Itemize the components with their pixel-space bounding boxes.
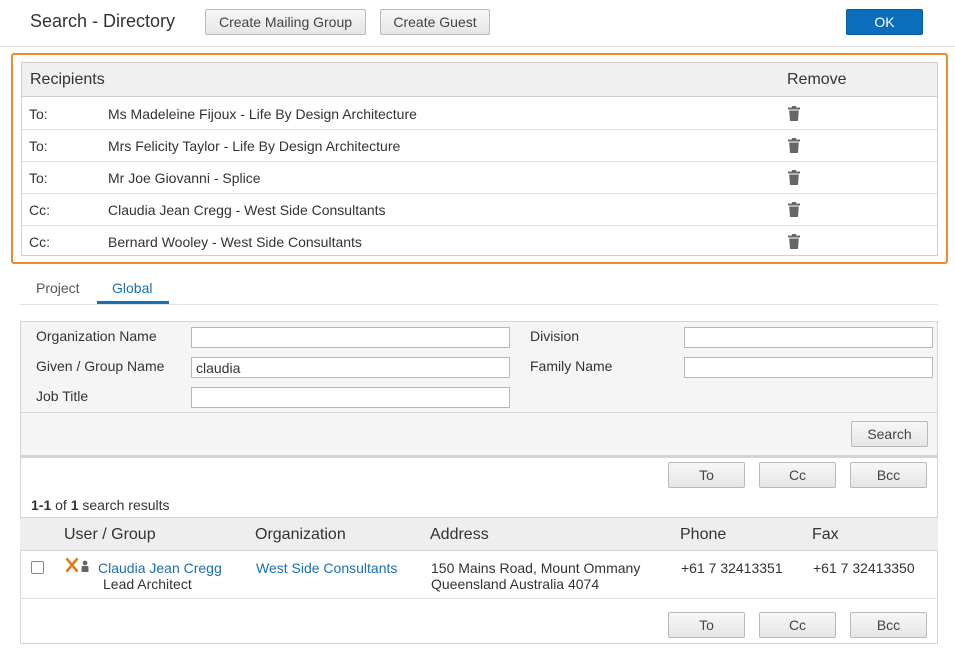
- result-address-line1: 150 Mains Road, Mount Ommany: [431, 560, 641, 576]
- results-range: 1-1: [31, 497, 52, 513]
- col-address[interactable]: Address: [430, 526, 489, 544]
- col-fax[interactable]: Fax: [812, 526, 839, 544]
- result-fax: +61 7 32413350: [813, 560, 915, 576]
- recipients-header: Recipients Remove: [22, 63, 937, 97]
- create-guest-button[interactable]: Create Guest: [380, 9, 490, 35]
- col-phone[interactable]: Phone: [680, 526, 726, 544]
- trash-icon[interactable]: [788, 202, 800, 217]
- trash-icon[interactable]: [788, 138, 800, 153]
- results-total: 1: [70, 497, 79, 513]
- recipient-name: Ms Madeleine Fijoux - Life By Design Arc…: [108, 106, 417, 122]
- result-job-title: Lead Architect: [103, 576, 192, 592]
- job-title-label: Job Title: [36, 388, 89, 404]
- cc-button-top[interactable]: Cc: [759, 462, 836, 488]
- create-mailing-group-button[interactable]: Create Mailing Group: [205, 9, 366, 35]
- recipients-table: Recipients Remove To: Ms Madeleine Fijoux…: [21, 62, 938, 256]
- trash-icon[interactable]: [788, 106, 800, 121]
- recipient-name: Claudia Jean Cregg - West Side Consultan…: [108, 202, 386, 218]
- given-name-input[interactable]: [191, 357, 510, 378]
- results-count: 1-1 of 1 search results: [31, 497, 170, 513]
- family-name-label: Family Name: [530, 358, 613, 374]
- recipient-type: To:: [29, 170, 48, 186]
- division-label: Division: [530, 328, 580, 344]
- results-header-row: User / Group Organization Address Phone …: [20, 517, 938, 551]
- remove-header-label: Remove: [787, 71, 847, 88]
- tab-project[interactable]: Project: [36, 280, 80, 296]
- family-name-input[interactable]: [684, 357, 933, 378]
- header-divider: [0, 46, 955, 47]
- org-x-icon: [65, 557, 79, 575]
- bcc-button-bottom[interactable]: Bcc: [850, 612, 927, 638]
- organization-name-input[interactable]: [191, 327, 510, 348]
- tab-global[interactable]: Global: [112, 280, 152, 296]
- to-button-bottom[interactable]: To: [668, 612, 745, 638]
- to-button-top[interactable]: To: [668, 462, 745, 488]
- trash-icon[interactable]: [788, 170, 800, 185]
- recipient-type: Cc:: [29, 202, 50, 218]
- tabs-divider: [20, 304, 938, 305]
- recipient-type: To:: [29, 106, 48, 122]
- recipient-row: To: Mr Joe Giovanni - Splice: [22, 161, 937, 194]
- col-organization[interactable]: Organization: [255, 526, 346, 544]
- search-button[interactable]: Search: [851, 421, 928, 447]
- division-input[interactable]: [684, 327, 933, 348]
- result-phone: +61 7 32413351: [681, 560, 783, 576]
- recipient-row: To: Mrs Felicity Taylor - Life By Design …: [22, 129, 937, 162]
- result-address-line2: Queensland Australia 4074: [431, 576, 600, 592]
- trash-icon[interactable]: [788, 234, 800, 249]
- recipient-type: To:: [29, 138, 48, 154]
- results-of: of: [55, 497, 67, 513]
- organization-name-label: Organization Name: [36, 328, 157, 344]
- recipient-name: Mrs Felicity Taylor - Life By Design Arc…: [108, 138, 401, 154]
- given-name-label: Given / Group Name: [36, 358, 165, 374]
- result-organization[interactable]: West Side Consultants: [256, 560, 397, 576]
- recipients-header-label: Recipients: [30, 71, 105, 88]
- person-icon: [81, 559, 89, 575]
- recipient-row: To: Ms Madeleine Fijoux - Life By Design …: [22, 97, 937, 130]
- result-row-checkbox[interactable]: [31, 561, 44, 574]
- cc-button-bottom[interactable]: Cc: [759, 612, 836, 638]
- ok-button[interactable]: OK: [846, 9, 923, 35]
- result-row: Claudia Jean Cregg Lead Architect West S…: [20, 551, 938, 599]
- recipient-row: Cc: Bernard Wooley - West Side Consultant…: [22, 225, 937, 257]
- job-title-input[interactable]: [191, 387, 510, 408]
- result-user-name[interactable]: Claudia Jean Cregg: [98, 560, 222, 576]
- recipient-type: Cc:: [29, 234, 50, 250]
- col-user-group[interactable]: User / Group: [64, 526, 156, 544]
- results-suffix: search results: [82, 497, 170, 513]
- bcc-button-top[interactable]: Bcc: [850, 462, 927, 488]
- recipient-name: Bernard Wooley - West Side Consultants: [108, 234, 362, 250]
- page-title: Search - Directory: [30, 11, 176, 31]
- recipient-name: Mr Joe Giovanni - Splice: [108, 170, 261, 186]
- recipient-row: Cc: Claudia Jean Cregg - West Side Consul…: [22, 193, 937, 226]
